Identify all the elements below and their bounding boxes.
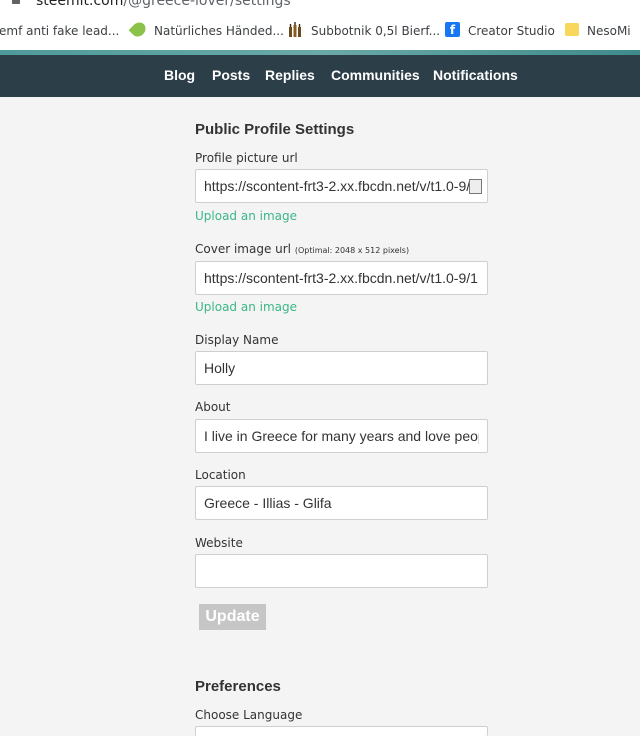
about-label: About xyxy=(195,400,231,414)
bookmarks-bar: emf anti fake lead... Natürliches Händed… xyxy=(0,14,640,51)
cover-image-hint: (Optimal: 2048 x 512 pixels) xyxy=(294,246,410,255)
site-nav: Blog Posts Replies Communities Notificat… xyxy=(0,55,640,97)
section-title-public-profile: Public Profile Settings xyxy=(195,121,355,138)
profile-picture-field[interactable] xyxy=(195,169,488,203)
display-name-label: Display Name xyxy=(195,333,279,347)
folder-icon xyxy=(565,23,579,36)
about-field[interactable] xyxy=(195,419,488,453)
choose-language-label: Choose Language xyxy=(195,708,303,722)
bookmark-natuerliches[interactable]: Natürliches Händed... xyxy=(128,14,284,50)
nav-blog[interactable]: Blog xyxy=(164,67,195,83)
update-button[interactable]: Update xyxy=(199,604,266,630)
profile-picture-label: Profile picture url xyxy=(195,151,298,165)
location-input[interactable] xyxy=(196,487,487,519)
language-select[interactable] xyxy=(195,726,488,736)
bookmark-emf[interactable]: emf anti fake lead... xyxy=(0,14,119,50)
nav-notifications[interactable]: Notifications xyxy=(433,67,518,83)
bookmark-subbotnik[interactable]: Subbotnik 0,5l Bierf... xyxy=(287,14,440,50)
bookmark-label: Subbotnik 0,5l Bierf... xyxy=(311,24,441,38)
address-host: steemit.com xyxy=(36,0,124,9)
location-label: Location xyxy=(195,468,246,482)
bookmark-label: emf anti fake lead... xyxy=(0,24,120,38)
profile-picture-input[interactable] xyxy=(196,170,487,202)
display-name-field[interactable] xyxy=(195,351,488,385)
nav-replies[interactable]: Replies xyxy=(265,67,315,83)
bookmark-creator-studio[interactable]: f Creator Studio xyxy=(445,14,555,50)
website-field[interactable] xyxy=(195,554,488,588)
bookmark-label: Creator Studio xyxy=(468,24,555,38)
cover-image-label-text: Cover image url xyxy=(195,242,292,256)
address-path: /@greece-lover/settings xyxy=(123,0,291,9)
location-field[interactable] xyxy=(195,486,488,520)
bookmark-label: Natürliches Händed... xyxy=(154,24,284,38)
browser-address-bar[interactable]: steemit.com/@greece-lover/settings xyxy=(0,0,640,14)
facebook-icon: f xyxy=(445,22,460,37)
display-name-input[interactable] xyxy=(196,352,487,384)
cover-image-label: Cover image url (Optimal: 2048 x 512 pix… xyxy=(195,242,409,256)
upload-image-link-picture[interactable]: Upload an image xyxy=(195,209,297,223)
bookmark-label: NesoMi xyxy=(587,24,631,38)
upload-image-link-cover[interactable]: Upload an image xyxy=(195,300,297,314)
nav-posts[interactable]: Posts xyxy=(212,67,250,83)
website-input[interactable] xyxy=(196,555,487,587)
section-title-preferences: Preferences xyxy=(195,678,281,695)
website-label: Website xyxy=(195,536,243,550)
bookmark-nesomi[interactable]: NesoMi xyxy=(565,14,631,50)
cover-image-input[interactable] xyxy=(196,262,487,294)
lock-icon xyxy=(12,0,20,4)
beer-bottles-icon xyxy=(289,21,301,37)
leaf-icon xyxy=(128,19,149,40)
cover-image-field[interactable] xyxy=(195,261,488,295)
about-input[interactable] xyxy=(196,420,487,452)
nav-communities[interactable]: Communities xyxy=(331,67,420,83)
address-url[interactable]: steemit.com/@greece-lover/settings xyxy=(36,0,291,9)
password-manager-icon[interactable] xyxy=(469,179,482,194)
